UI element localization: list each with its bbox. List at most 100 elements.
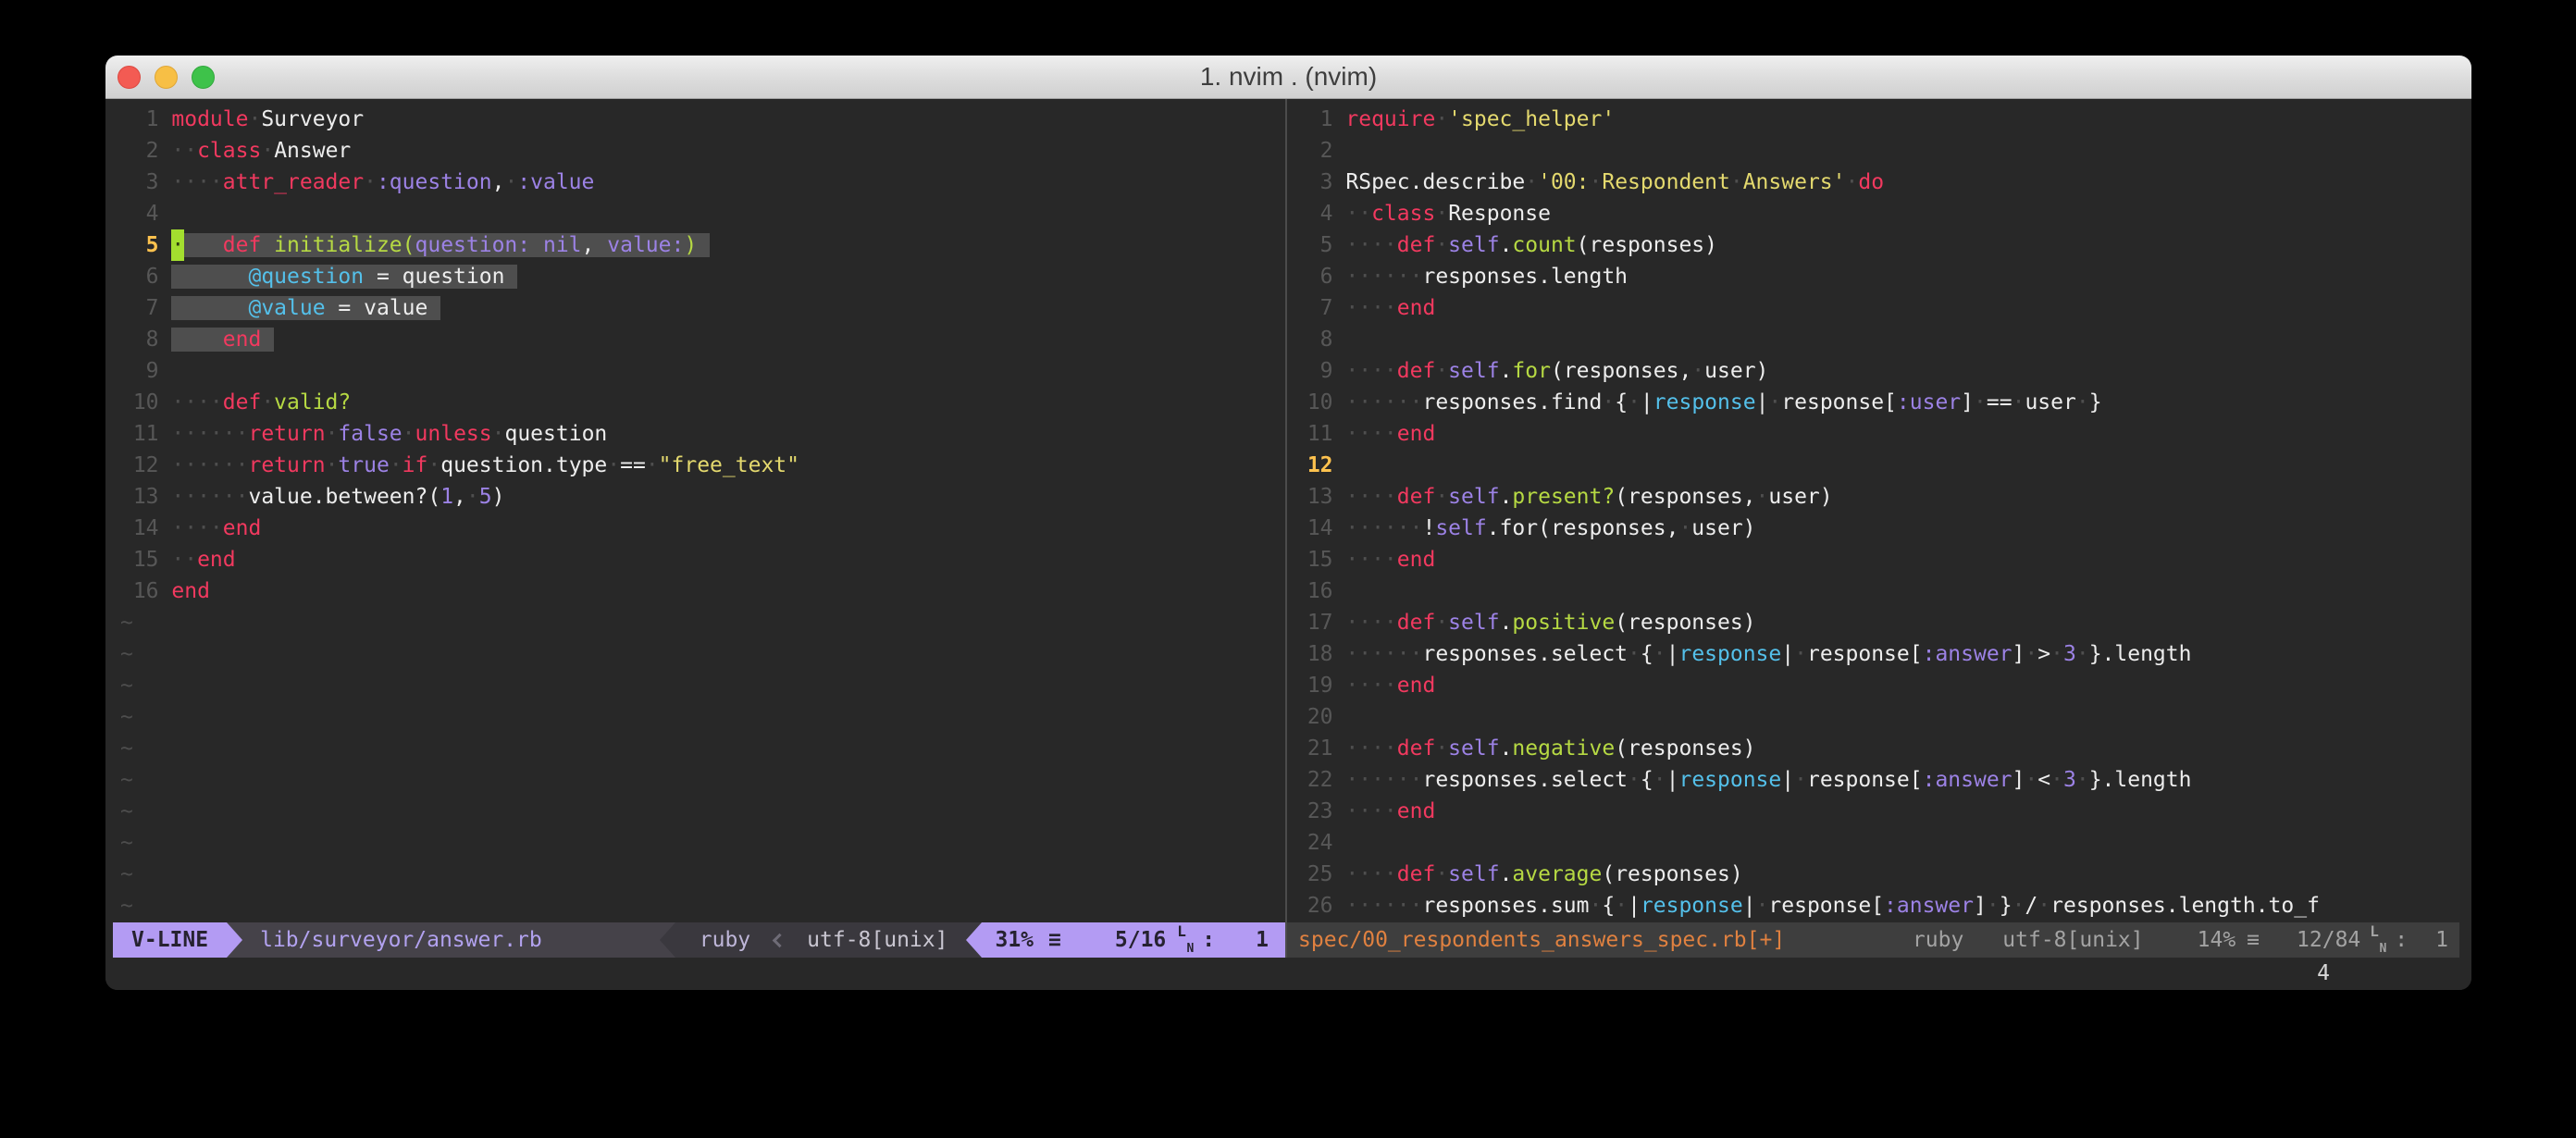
empty-buffer-line: ~ [120,607,1285,638]
code-line[interactable]: 3····attr_reader·:question,·:value [120,167,1285,198]
code-segment: :question [377,170,492,194]
code-line[interactable]: 15····end [1294,544,2459,575]
line-number: 26 [1294,890,1333,922]
code-segment: responses.select [1422,768,1628,792]
code-segment: return [248,453,325,477]
code-text: ····def·self.positive(responses) [1345,611,1755,635]
code-segment: · [2025,768,2037,792]
code-line[interactable]: 17····def·self.positive(responses) [1294,607,2459,638]
code-line[interactable]: 1module·Surveyor [120,104,1285,135]
code-segment: · [1794,642,1807,666]
code-segment: user) [1768,485,1832,509]
code-area-right[interactable]: 1require·'spec_helper'23RSpec.describe·'… [1287,99,2459,922]
code-line[interactable]: 25····def·self.average(responses) [1294,859,2459,890]
code-line[interactable]: 16 [1294,575,2459,607]
code-segment: . [1500,611,1513,635]
code-segment: / [2025,894,2037,918]
code-line[interactable]: 7····end [1294,292,2459,324]
code-text: ····def·valid? [171,390,351,414]
editor-pane-right[interactable]: 1require·'spec_helper'23RSpec.describe·'… [1285,99,2459,958]
window-titlebar[interactable]: 1. nvim . (nvim) [105,56,2471,99]
code-line[interactable]: 10······responses.find·{·|response|·resp… [1294,387,2459,418]
code-line[interactable]: 2 [1294,135,2459,167]
code-line[interactable]: 11······return·false·unless·question [120,418,1285,450]
code-segment: ···· [1345,233,1396,257]
code-segment: ···· [1345,359,1396,383]
code-segment: · [1435,107,1448,131]
code-segment: ·· [1345,202,1371,226]
code-line[interactable]: 14····end [120,513,1285,544]
code-segment: ······ [171,422,248,446]
code-line[interactable]: 7 @value = value [120,292,1285,324]
code-line[interactable]: 23····end [1294,796,2459,827]
code-segment: ) [492,485,505,509]
code-line[interactable]: 18······responses.select·{·|response|·re… [1294,638,2459,670]
code-line[interactable]: 14······!self.for(responses,·user) [1294,513,2459,544]
code-segment: negative [1512,736,1615,761]
code-segment: for [1512,359,1551,383]
code-line[interactable]: 4 [120,198,1285,229]
line-number: 12 [120,450,159,481]
line-number: 14 [1294,513,1333,544]
code-line[interactable]: 12······return·true·if·question.type·==·… [120,450,1285,481]
code-line[interactable]: 16end [120,575,1285,607]
code-segment: · [2050,642,2063,666]
editor-pane-left[interactable]: 1module·Surveyor2··class·Answer3····attr… [113,99,1285,958]
tilde-marker: ~ [120,831,133,855]
code-line[interactable]: 9 [120,355,1285,387]
code-line[interactable]: 15··end [120,544,1285,575]
code-area-left[interactable]: 1module·Surveyor2··class·Answer3····attr… [113,99,1285,922]
code-text: ····def·self.for(responses,·user) [1345,359,1768,383]
code-segment [171,328,222,352]
code-segment: } [2089,390,2102,414]
code-line[interactable]: 22······responses.select·{·|response|·re… [1294,764,2459,796]
powerline-arrow-icon [227,922,242,958]
code-segment: :user [1897,390,1961,414]
command-line[interactable]: 4 [113,958,2459,990]
line-number: 7 [120,292,159,324]
line-number: 1 [120,104,159,135]
scroll-percent: 14% [2198,928,2236,952]
code-line[interactable]: 26······responses.sum·{·|response|·respo… [1294,890,2459,922]
code-line[interactable]: 21····def·self.negative(responses) [1294,733,2459,764]
code-segment: def [1397,862,1436,886]
code-line[interactable]: 2··class·Answer [120,135,1285,167]
code-segment: · [1435,202,1448,226]
line-number: 13 [1294,481,1333,513]
code-line[interactable]: 24 [1294,827,2459,859]
empty-buffer-line: ~ [120,859,1285,890]
code-line[interactable]: 10····def·valid? [120,387,1285,418]
statusline-inactive[interactable]: spec/00_respondents_answers_spec.rb[+] r… [1287,922,2459,958]
line-number: 2 [1294,135,1333,167]
code-text: ····end [1345,296,1435,320]
code-line[interactable]: 6······responses.length [1294,261,2459,292]
code-line[interactable]: 5· def initialize(question: nil, value:) [120,229,1285,261]
code-line[interactable]: 8 [1294,324,2459,355]
code-line[interactable]: 12 [1294,450,2459,481]
code-segment: ······ [1345,390,1422,414]
code-segment: ···· [1345,736,1396,761]
code-segment: ···· [1345,422,1396,446]
code-segment: . [1500,736,1513,761]
code-segment: · [1602,390,1615,414]
code-line[interactable]: 11····end [1294,418,2459,450]
code-line[interactable]: 19····end [1294,670,2459,701]
code-line[interactable]: 3RSpec.describe·'00:·Respondent·Answers'… [1294,167,2459,198]
code-line[interactable]: 13······value.between?(1,·5) [120,481,1285,513]
code-segment: · [1678,516,1691,540]
code-segment: value [364,296,427,320]
code-line[interactable]: 6 @question = question [120,261,1285,292]
code-text: @question = question [171,265,517,289]
code-line[interactable]: 13····def·self.present?(responses,·user) [1294,481,2459,513]
code-segment: @value [248,296,325,320]
code-line[interactable]: 9····def·self.for(responses,·user) [1294,355,2459,387]
code-line[interactable]: 1require·'spec_helper' [1294,104,2459,135]
code-line[interactable]: 5····def·self.count(responses) [1294,229,2459,261]
code-line[interactable]: 4··class·Response [1294,198,2459,229]
code-line[interactable]: 8 end [120,324,1285,355]
statusline-active[interactable]: V-LINE lib/surveyor/answer.rb ruby utf-8… [113,922,1285,958]
code-text: ····end [171,516,261,540]
code-line[interactable]: 20 [1294,701,2459,733]
code-segment: :value [517,170,594,194]
code-segment: return [248,422,325,446]
